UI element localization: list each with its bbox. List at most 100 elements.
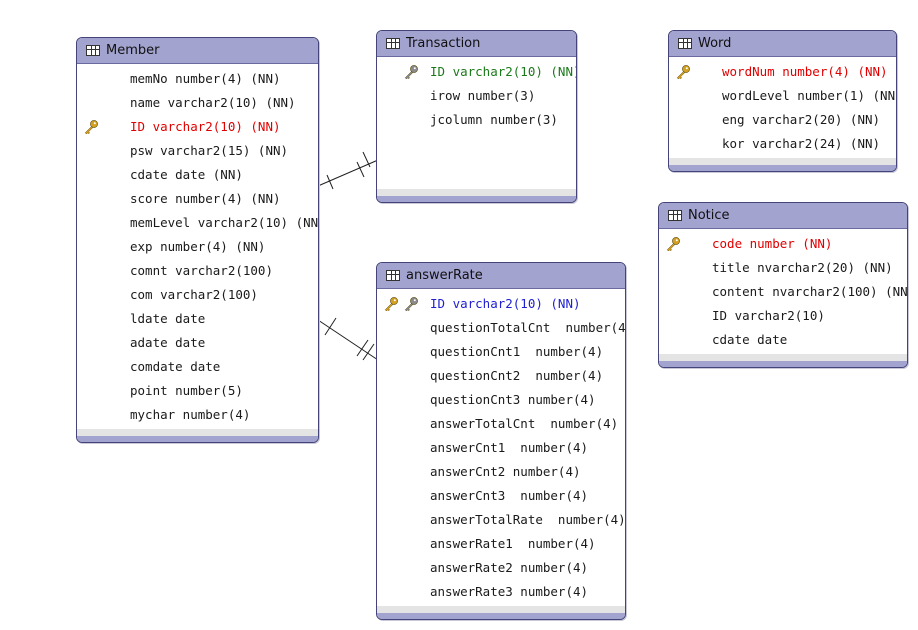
tick-member-transaction-2 [356, 161, 365, 178]
column-row[interactable]: content nvarchar2(100) (NN) [659, 280, 907, 304]
foreign-key-icon [403, 64, 419, 80]
column-label: questionCnt2 number(4) [430, 368, 604, 383]
column-row[interactable]: ID varchar2(10) [659, 304, 907, 328]
column-label: questionTotalCnt number(4) [430, 320, 626, 335]
column-label: com varchar2(100) [130, 287, 258, 302]
column-label: irow number(3) [430, 88, 536, 103]
column-row[interactable]: com varchar2(100) [77, 283, 318, 307]
column-row[interactable]: cdate date (NN) [77, 163, 318, 187]
column-label: memLevel varchar2(10) (NN) [130, 215, 319, 230]
column-row[interactable]: questionCnt1 number(4) [377, 340, 625, 364]
column-label: answerCnt1 number(4) [430, 440, 589, 455]
column-label: cdate date (NN) [130, 167, 243, 182]
column-row[interactable]: cdate date [659, 328, 907, 352]
column-label: comdate date [130, 359, 221, 374]
column-row[interactable]: memLevel varchar2(10) (NN) [77, 211, 318, 235]
table-footer [77, 429, 318, 442]
column-label: wordLevel number(1) (NN) [722, 88, 897, 103]
relationship-member-transaction [317, 159, 379, 187]
column-row[interactable]: memNo number(4) (NN) [77, 67, 318, 91]
table-icon [86, 45, 100, 56]
table-title: Member [106, 43, 160, 58]
table-notice[interactable]: Notice code number (NN) title nvarchar2(2… [658, 202, 908, 368]
column-row[interactable]: mychar number(4) [77, 403, 318, 427]
column-row[interactable]: score number(4) (NN) [77, 187, 318, 211]
column-row[interactable]: ID varchar2(10) (NN) [377, 292, 625, 316]
table-header[interactable]: Member [77, 38, 318, 64]
column-label: score number(4) (NN) [130, 191, 281, 206]
column-row[interactable]: kor varchar2(24) (NN) [669, 132, 896, 156]
table-header[interactable]: answerRate [377, 263, 625, 289]
column-label: content nvarchar2(100) (NN) [712, 284, 908, 299]
column-row[interactable]: answerTotalRate number(4) [377, 508, 625, 532]
column-label: code number (NN) [712, 236, 833, 251]
table-footer [659, 354, 907, 367]
table-icon [386, 38, 400, 49]
column-row[interactable]: psw varchar2(15) (NN) [77, 139, 318, 163]
column-row[interactable]: answerRate3 number(4) [377, 580, 625, 604]
tick-member-answerrate-2 [356, 339, 369, 357]
column-row[interactable]: name varchar2(10) (NN) [77, 91, 318, 115]
column-row[interactable]: comnt varchar2(100) [77, 259, 318, 283]
column-label: psw varchar2(15) (NN) [130, 143, 289, 158]
column-row[interactable]: answerRate1 number(4) [377, 532, 625, 556]
column-row[interactable]: answerCnt1 number(4) [377, 436, 625, 460]
column-label: ID varchar2(10) (NN) [430, 296, 581, 311]
relationship-member-answerrate [317, 319, 379, 361]
column-row[interactable]: ID varchar2(10) (NN) [377, 60, 576, 84]
column-row[interactable]: questionCnt3 number(4) [377, 388, 625, 412]
column-row[interactable]: exp number(4) (NN) [77, 235, 318, 259]
column-row[interactable]: questionCnt2 number(4) [377, 364, 625, 388]
table-icon [678, 38, 692, 49]
column-row[interactable]: point number(5) [77, 379, 318, 403]
column-label: ID varchar2(10) (NN) [430, 64, 577, 79]
column-row[interactable]: answerRate2 number(4) [377, 556, 625, 580]
column-label: exp number(4) (NN) [130, 239, 266, 254]
column-label: wordNum number(4) (NN) [722, 64, 888, 79]
foreign-key-icon [403, 296, 419, 312]
table-title: Word [698, 36, 732, 51]
column-row[interactable]: questionTotalCnt number(4) [377, 316, 625, 340]
table-answerrate[interactable]: answerRate ID varchar2(10) (NN) questionT… [376, 262, 626, 620]
column-label: jcolumn number(3) [430, 112, 558, 127]
column-row[interactable]: answerCnt2 number(4) [377, 460, 625, 484]
table-title: Transaction [406, 36, 481, 51]
tick-member-answerrate-1 [324, 317, 337, 336]
column-row[interactable]: jcolumn number(3) [377, 108, 576, 132]
column-label: memNo number(4) (NN) [130, 71, 281, 86]
table-header[interactable]: Notice [659, 203, 907, 229]
primary-key-icon [675, 64, 691, 80]
column-row[interactable]: irow number(3) [377, 84, 576, 108]
column-label: answerRate2 number(4) [430, 560, 589, 575]
column-row[interactable]: title nvarchar2(20) (NN) [659, 256, 907, 280]
table-word[interactable]: Word wordNum number(4) (NN) wordLevel num… [668, 30, 897, 172]
column-row[interactable]: comdate date [77, 355, 318, 379]
column-label: questionCnt1 number(4) [430, 344, 604, 359]
column-row[interactable]: wordLevel number(1) (NN) [669, 84, 896, 108]
column-label: ldate date [130, 311, 206, 326]
table-transaction[interactable]: Transaction ID varchar2(10) (NN) irow num… [376, 30, 577, 203]
column-row[interactable]: adate date [77, 331, 318, 355]
table-icon [668, 210, 682, 221]
table-header[interactable]: Word [669, 31, 896, 57]
primary-key-icon [83, 119, 99, 135]
column-row[interactable]: eng varchar2(20) (NN) [669, 108, 896, 132]
column-row[interactable]: ldate date [77, 307, 318, 331]
column-row[interactable]: wordNum number(4) (NN) [669, 60, 896, 84]
column-label: questionCnt3 number(4) [430, 392, 596, 407]
column-label: cdate date [712, 332, 788, 347]
column-label: name varchar2(10) (NN) [130, 95, 296, 110]
column-label: ID varchar2(10) [712, 308, 825, 323]
column-row[interactable]: answerTotalCnt number(4) [377, 412, 625, 436]
column-label: answerRate1 number(4) [430, 536, 596, 551]
column-row[interactable]: code number (NN) [659, 232, 907, 256]
column-row[interactable]: ID varchar2(10) (NN) [77, 115, 318, 139]
column-label: adate date [130, 335, 206, 350]
column-label: mychar number(4) [130, 407, 251, 422]
table-member[interactable]: Member memNo number(4) (NN) name varchar2… [76, 37, 319, 443]
tick-member-transaction-3 [362, 151, 371, 168]
column-label: ID varchar2(10) (NN) [130, 119, 281, 134]
column-row[interactable]: answerCnt3 number(4) [377, 484, 625, 508]
table-header[interactable]: Transaction [377, 31, 576, 57]
primary-key-icon [383, 296, 399, 312]
